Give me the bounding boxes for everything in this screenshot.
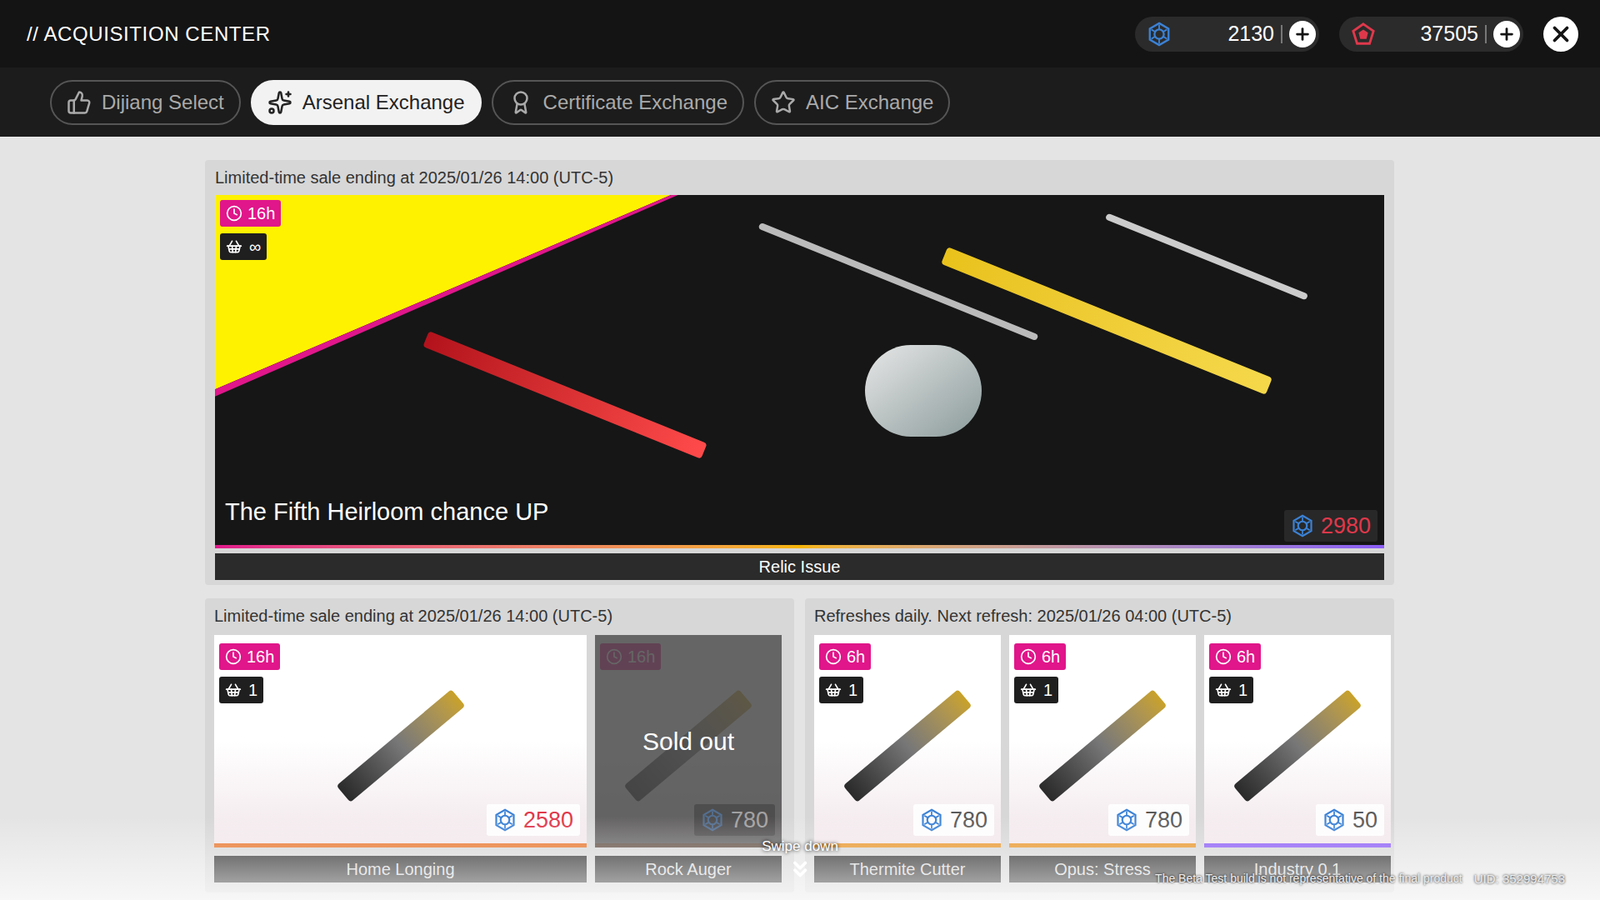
page-title: // ACQUISITION CENTER (26, 19, 271, 50)
timer-badge: 16h (219, 643, 280, 670)
clock-icon (1215, 648, 1232, 665)
basket-icon (225, 238, 243, 255)
price-tag: 780 (913, 804, 995, 836)
featured-banner[interactable]: 16h ∞ The Fifth Heirloom chance UP 2980 (215, 195, 1385, 549)
plus-icon (1293, 25, 1312, 44)
arsenal-ticket-icon (1115, 808, 1139, 832)
price-tag: 780 (694, 804, 775, 836)
shop-section: Refreshes daily. Next refresh: 2025/01/2… (805, 598, 1395, 893)
timer-badge: 16h (220, 200, 281, 227)
tab[interactable]: AIC Exchange (754, 80, 950, 125)
origeometry-icon (1350, 21, 1376, 47)
aic-icon (770, 90, 796, 115)
arsenal-ticket-icon (1146, 21, 1172, 47)
timer-badge: 6h (819, 643, 871, 670)
featured-panel: Limited-time sale ending at 2025/01/26 1… (205, 160, 1395, 585)
tab-bar: Dijiang SelectArsenal ExchangeCertificat… (0, 67, 1600, 137)
shop-section: Limited-time sale ending at 2025/01/26 1… (205, 598, 795, 893)
close-button[interactable] (1543, 16, 1579, 52)
thumbs-up-icon (66, 90, 92, 115)
stock-badge: 1 (1014, 676, 1059, 704)
chevron-down-icon (787, 856, 813, 882)
arsenal-ticket-icon (1290, 514, 1315, 538)
shop-item-card[interactable]: 16hSold out780Rock Auger (595, 635, 782, 883)
acquisition-center: // ACQUISITION CENTER 2130 37505 Dijiang Se… (0, 0, 1600, 900)
featured-name: Relic Issue (215, 553, 1385, 580)
close-icon (1548, 21, 1574, 47)
timer-badge: 6h (1209, 643, 1261, 670)
price-tag: 780 (1108, 804, 1190, 836)
certificate-icon (508, 90, 534, 115)
add-currency-button[interactable] (1493, 20, 1520, 48)
price-tag: 2580 (486, 804, 580, 836)
stock-badge: ∞ (220, 233, 267, 260)
arsenal-ticket-icon (493, 808, 517, 832)
price-tag: 50 (1315, 804, 1385, 836)
basket-icon (225, 681, 242, 699)
banner-art (865, 345, 982, 437)
arsenal-ticket-icon (1322, 808, 1346, 832)
banner-art (422, 330, 707, 459)
shop-item-card[interactable]: 6h 1 780 Thermite Cutter (814, 635, 1001, 883)
shop-item-card[interactable]: 6h1780Opus: Stress (1009, 635, 1196, 883)
arsenal-icon (267, 90, 293, 115)
beta-notice: The Beta Test build is not representativ… (1155, 870, 1565, 890)
basket-icon (1215, 681, 1232, 699)
currency-pill: 37505 (1339, 16, 1524, 52)
top-bar: // ACQUISITION CENTER 2130 37505 (0, 0, 1600, 68)
currency-pill: 2130 (1135, 16, 1320, 52)
shop-item-card[interactable]: 16h 1 2580 Home Longing (214, 635, 587, 883)
swipe-hint[interactable]: Swipe down (761, 835, 839, 883)
clock-icon (225, 205, 243, 222)
tab[interactable]: Certificate Exchange (491, 80, 745, 125)
basket-icon (825, 681, 842, 699)
plus-icon (1497, 25, 1516, 44)
item-name: Home Longing (214, 855, 587, 883)
clock-icon (825, 648, 842, 665)
arsenal-ticket-icon (920, 808, 944, 832)
add-currency-button[interactable] (1289, 20, 1316, 48)
stock-badge: 1 (1209, 676, 1254, 704)
stock-badge: 1 (819, 676, 864, 704)
item-name: Rock Auger (595, 855, 782, 883)
basket-icon (1020, 681, 1037, 699)
clock-icon (225, 648, 242, 665)
item-name: Thermite Cutter (814, 855, 1001, 883)
tab[interactable]: Dijiang Select (50, 80, 241, 125)
timer-badge: 6h (1014, 643, 1066, 670)
tab[interactable]: Arsenal Exchange (250, 80, 482, 125)
banner-title: The Fifth Heirloom chance UP (225, 494, 549, 531)
arsenal-ticket-icon (700, 808, 725, 832)
clock-icon (1020, 648, 1037, 665)
price-tag: 2980 (1284, 510, 1378, 542)
banner-art (1105, 213, 1309, 301)
stock-badge: 1 (219, 676, 264, 704)
shop-item-card[interactable]: 6h150Industry 0.1 (1204, 635, 1391, 883)
